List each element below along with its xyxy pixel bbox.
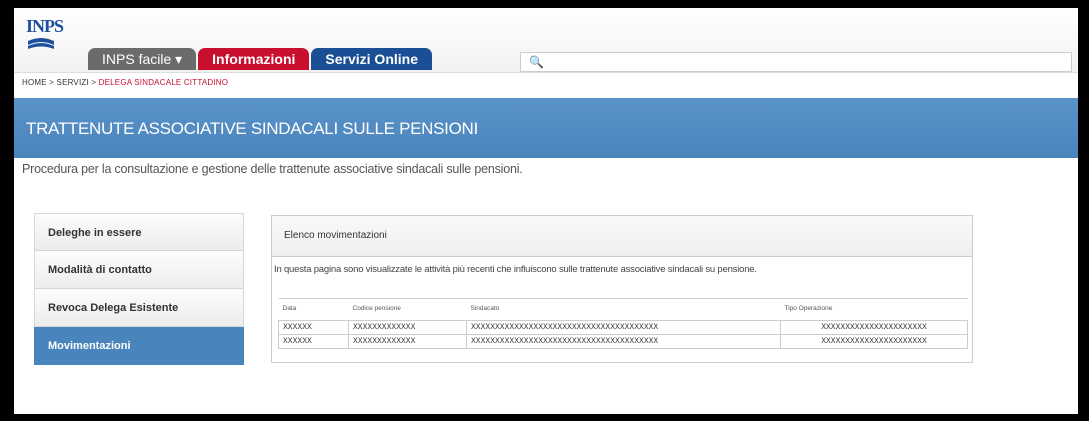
cell-sindacato: XXXXXXXXXXXXXXXXXXXXXXXXXXXXXXXXXXXXXXX [466, 334, 781, 349]
panel-info-text: In questa pagina sono visualizzate le at… [274, 264, 757, 275]
tab-inps-facile[interactable]: INPS facile ▾ [88, 48, 197, 70]
breadcrumb: HOME > SERVIZI > DELEGA SINDACALE CITTAD… [22, 78, 228, 87]
breadcrumb-separator: > [46, 78, 57, 87]
page-description: Procedura per la consultazione e gestion… [22, 162, 523, 176]
cell-tipo-operazione: XXXXXXXXXXXXXXXXXXXXXX [780, 334, 968, 349]
logo-text: INPS [26, 16, 64, 36]
movimentazioni-panel: Elenco movimentazioni In questa pagina s… [271, 215, 973, 363]
cell-codice-pensione: XXXXXXXXXXXXX [348, 334, 467, 349]
sidebar-item-revoca-delega[interactable]: Revoca Delega Esistente [34, 289, 244, 327]
table-row: XXXXXX XXXXXXXXXXXXX XXXXXXXXXXXXXXXXXXX… [278, 320, 968, 335]
page-banner: TRATTENUTE ASSOCIATIVE SINDACALI SULLE P… [14, 98, 1078, 158]
tab-servizi-online[interactable]: Servizi Online [311, 48, 432, 70]
cell-data: XXXXXX [278, 334, 349, 349]
sidebar-item-modalita-di-contatto[interactable]: Modalità di contatto [34, 251, 244, 289]
table-header-row: Data Codice pensione Sindacato Tipo Oper… [278, 298, 968, 321]
top-nav-tabs: INPS facile ▾ Informazioni Servizi Onlin… [88, 48, 434, 70]
panel-title: Elenco movimentazioni [272, 216, 972, 257]
page-title: TRATTENUTE ASSOCIATIVE SINDACALI SULLE P… [26, 119, 478, 138]
breadcrumb-home[interactable]: HOME [22, 78, 47, 87]
browser-viewport: INPS INPS facile ▾ Informazioni Servizi … [14, 8, 1078, 414]
breadcrumb-servizi[interactable]: SERVIZI [57, 78, 89, 87]
cell-data: XXXXXX [278, 320, 349, 335]
column-header-codice-pensione: Codice pensione [348, 298, 467, 321]
site-header: INPS INPS facile ▾ Informazioni Servizi … [14, 8, 1078, 73]
sidebar-item-movimentazioni[interactable]: Movimentazioni [34, 327, 244, 365]
logo-wave-icon [28, 38, 54, 49]
column-header-tipo-operazione: Tipo Operazione [780, 298, 968, 321]
column-header-sindacato: Sindacato [466, 298, 781, 321]
sidebar-item-deleghe-in-essere[interactable]: Deleghe in essere [34, 213, 244, 251]
inps-logo[interactable]: INPS [26, 16, 64, 62]
cell-codice-pensione: XXXXXXXXXXXXX [348, 320, 467, 335]
search-input[interactable]: 🔍 [520, 52, 1072, 72]
column-header-data: Data [278, 298, 349, 321]
breadcrumb-current: DELEGA SINDACALE CITTADINO [98, 78, 229, 87]
table-row: XXXXXX XXXXXXXXXXXXX XXXXXXXXXXXXXXXXXXX… [278, 334, 968, 349]
breadcrumb-separator: > [88, 78, 99, 87]
cell-tipo-operazione: XXXXXXXXXXXXXXXXXXXXXX [780, 320, 968, 335]
sidebar-menu: Deleghe in essere Modalità di contatto R… [34, 213, 244, 365]
search-icon[interactable]: 🔍 [529, 55, 544, 69]
tab-informazioni[interactable]: Informazioni [198, 48, 310, 70]
cell-sindacato: XXXXXXXXXXXXXXXXXXXXXXXXXXXXXXXXXXXXXXX [466, 320, 781, 335]
movimentazioni-table: Data Codice pensione Sindacato Tipo Oper… [278, 298, 968, 349]
